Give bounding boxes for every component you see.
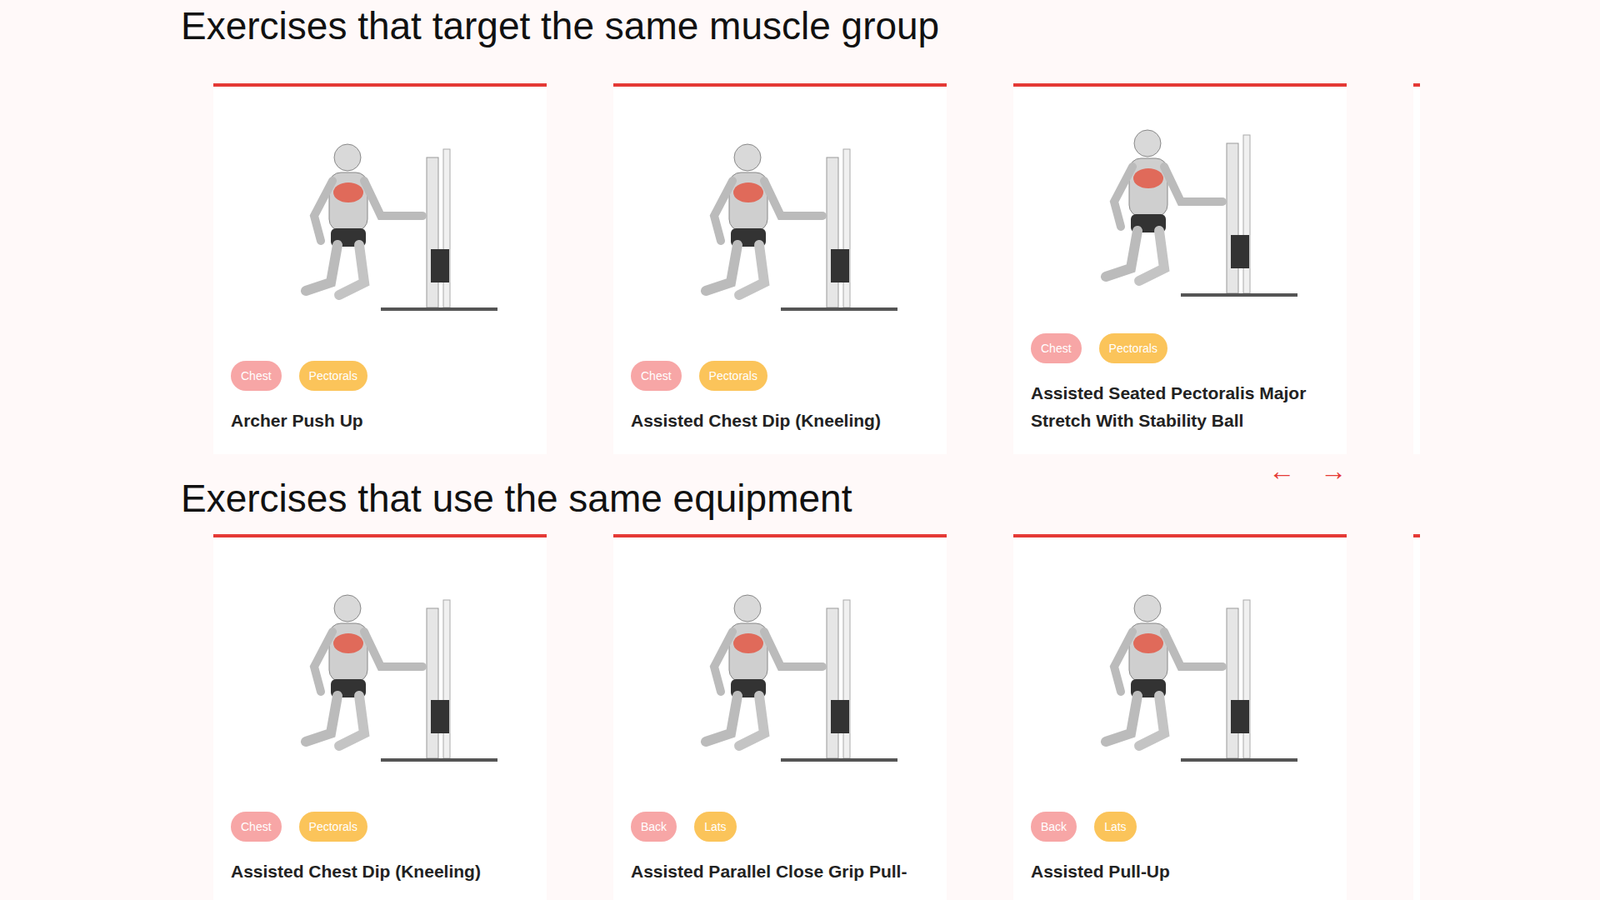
exercise-card[interactable]: Chest Pectorals Assisted Chest Dip (Kneeli… bbox=[613, 83, 947, 455]
muscle-tag[interactable]: Lats bbox=[694, 811, 736, 842]
exercise-figure-icon bbox=[655, 575, 906, 775]
carousel: Chest Pectorals Archer Push Up Chest Pectora… bbox=[213, 83, 1420, 455]
exercise-figure-icon bbox=[1055, 575, 1306, 775]
exercise-section: Exercises that use the same equipment Che… bbox=[180, 472, 1600, 900]
muscle-tag[interactable]: Back bbox=[630, 811, 677, 842]
tag-list: Back Lats bbox=[630, 811, 930, 842]
muscle-tag[interactable]: Pectorals bbox=[699, 360, 768, 391]
next-arrow-icon[interactable]: → bbox=[1320, 457, 1347, 488]
exercise-card[interactable]: Chest Pectorals Archer Push Up bbox=[213, 83, 547, 455]
exercise-card[interactable]: Chest Pectorals Assisted Seated Pectoralis… bbox=[1013, 83, 1347, 455]
exercise-illustration bbox=[230, 86, 530, 361]
exercise-illustration bbox=[630, 86, 930, 361]
exercise-card[interactable]: Chest Pectorals Assisted Chest Dip (Kneeli… bbox=[213, 534, 547, 900]
next-card-peek[interactable] bbox=[1413, 83, 1420, 455]
exercise-title[interactable]: Assisted Parallel Close Grip Pull- bbox=[630, 857, 930, 885]
exercise-title[interactable]: Assisted Seated Pectoralis Major Stretch… bbox=[1030, 379, 1330, 435]
exercise-title[interactable]: Assisted Pull-Up bbox=[1030, 857, 1330, 885]
section-heading: Exercises that target the same muscle gr… bbox=[180, 0, 1600, 50]
muscle-tag[interactable]: Back bbox=[1030, 811, 1077, 842]
muscle-tag[interactable]: Chest bbox=[230, 811, 282, 842]
exercise-title[interactable]: Assisted Chest Dip (Kneeling) bbox=[230, 857, 530, 885]
muscle-tag[interactable]: Chest bbox=[630, 360, 682, 391]
next-card-peek[interactable] bbox=[1413, 534, 1420, 900]
tag-list: Chest Pectorals bbox=[1030, 333, 1330, 364]
exercise-illustration bbox=[630, 537, 930, 812]
tag-list: Chest Pectorals bbox=[230, 811, 530, 842]
exercise-illustration bbox=[230, 537, 530, 812]
muscle-tag[interactable]: Chest bbox=[1030, 333, 1082, 364]
exercise-section: Exercises that target the same muscle gr… bbox=[180, 0, 1600, 488]
exercise-figure-icon bbox=[255, 124, 506, 325]
exercise-title[interactable]: Archer Push Up bbox=[230, 406, 530, 435]
exercise-illustration bbox=[1030, 537, 1330, 812]
carousel-track: Chest Pectorals Archer Push Up Chest Pectora… bbox=[213, 83, 1420, 455]
carousel: Chest Pectorals Assisted Chest Dip (Kneeli… bbox=[213, 534, 1420, 900]
exercise-figure-icon bbox=[655, 124, 906, 325]
muscle-tag[interactable]: Chest bbox=[230, 360, 282, 391]
muscle-tag[interactable]: Pectorals bbox=[1099, 333, 1168, 364]
exercise-card[interactable]: Back Lats Assisted Parallel Close Grip Pul… bbox=[613, 534, 947, 900]
exercise-title[interactable]: Assisted Chest Dip (Kneeling) bbox=[630, 406, 930, 435]
page: Exercises that target the same muscle gr… bbox=[0, 0, 1600, 900]
muscle-tag[interactable]: Lats bbox=[1094, 811, 1136, 842]
muscle-tag[interactable]: Pectorals bbox=[299, 360, 368, 391]
muscle-tag[interactable]: Pectorals bbox=[299, 811, 368, 842]
tag-list: Back Lats bbox=[1030, 811, 1330, 842]
exercise-card[interactable]: Back Lats Assisted Pull-Up bbox=[1013, 534, 1347, 900]
tag-list: Chest Pectorals bbox=[230, 360, 530, 391]
carousel-track: Chest Pectorals Assisted Chest Dip (Kneeli… bbox=[213, 534, 1420, 900]
prev-arrow-icon[interactable]: ← bbox=[1268, 457, 1295, 488]
section-heading: Exercises that use the same equipment bbox=[180, 472, 1600, 522]
exercise-figure-icon bbox=[255, 575, 506, 775]
tag-list: Chest Pectorals bbox=[630, 360, 930, 391]
exercise-illustration bbox=[1030, 86, 1330, 334]
exercise-figure-icon bbox=[1055, 110, 1306, 310]
